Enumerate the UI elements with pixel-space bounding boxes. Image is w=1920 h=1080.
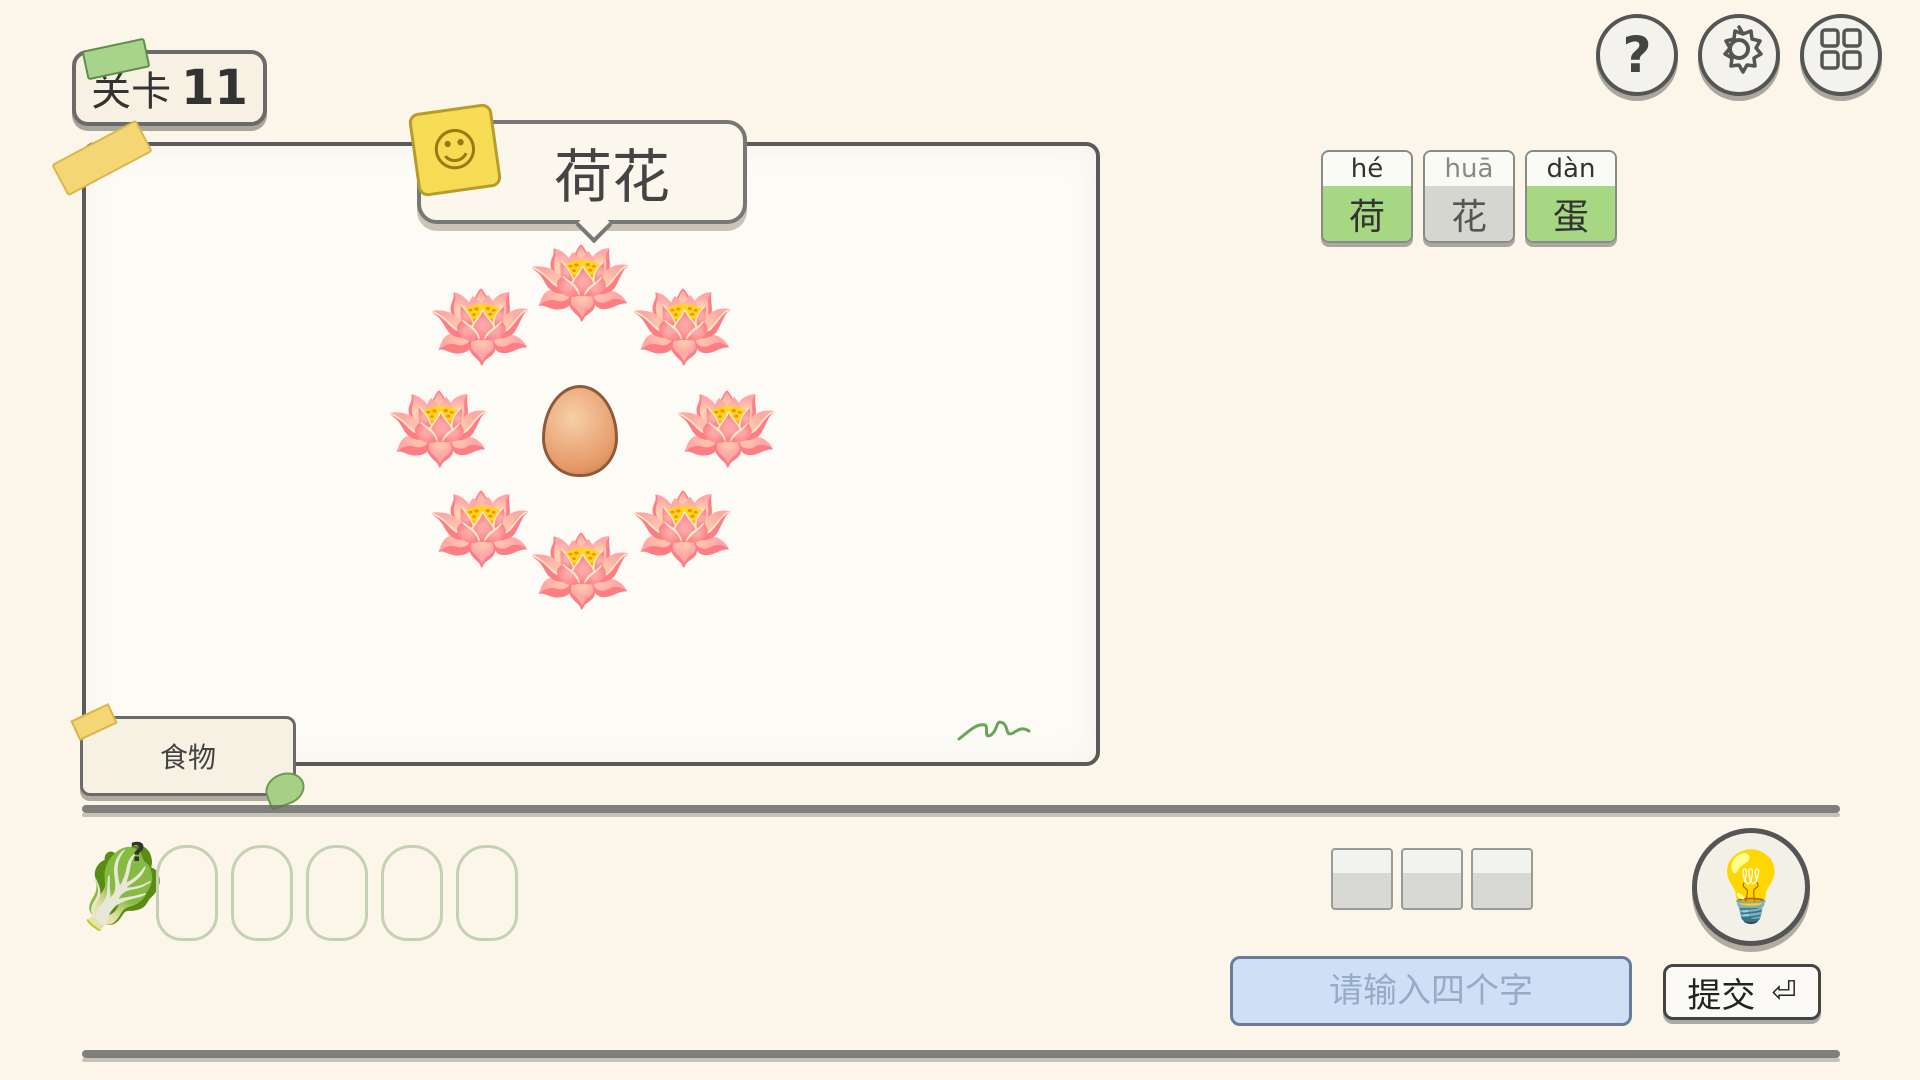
lotus-icon: 🪷 bbox=[630, 479, 738, 579]
divider bbox=[82, 1050, 1840, 1058]
submit-label: 提交 bbox=[1687, 975, 1756, 1016]
level-number: 11 bbox=[181, 60, 248, 116]
answer-box bbox=[1331, 848, 1393, 910]
answer-input[interactable] bbox=[1230, 956, 1632, 1026]
guess-tile: huā 花 bbox=[1423, 150, 1515, 243]
help-button[interactable]: ? bbox=[1596, 14, 1678, 96]
lotus-icon: 🪷 bbox=[428, 277, 536, 377]
lightbulb-icon: 💡 bbox=[1708, 848, 1794, 927]
answer-box bbox=[1401, 848, 1463, 910]
grid-icon bbox=[1818, 26, 1864, 84]
answer-box bbox=[1471, 848, 1533, 910]
lotus-icon: 🪷 bbox=[674, 379, 782, 479]
question-mark-icon: ? bbox=[130, 838, 146, 868]
lotus-icon: 🪷 bbox=[528, 233, 636, 333]
tile-hanzi: 荷 bbox=[1323, 186, 1411, 241]
hint-slot bbox=[231, 845, 293, 941]
tile-hanzi: 蛋 bbox=[1527, 186, 1615, 241]
menu-button[interactable] bbox=[1800, 14, 1882, 96]
hint-button[interactable]: 💡 bbox=[1692, 828, 1810, 946]
question-icon: ? bbox=[1622, 26, 1652, 84]
hint-slot bbox=[381, 845, 443, 941]
guess-tile: hé 荷 bbox=[1321, 150, 1413, 243]
revealed-answer-bubble: ☺ 荷花 bbox=[407, 102, 747, 244]
divider bbox=[82, 805, 1840, 813]
submit-button[interactable]: 提交 ⏎ bbox=[1663, 964, 1821, 1020]
divider-shadow bbox=[82, 1058, 1840, 1062]
settings-button[interactable] bbox=[1698, 14, 1780, 96]
category-tag: 食物 bbox=[70, 703, 310, 811]
tape-decoration bbox=[70, 703, 118, 741]
revealed-answer-text: 荷花 bbox=[553, 143, 670, 211]
lotus-icon: 🪷 bbox=[630, 277, 738, 377]
hint-slot bbox=[156, 845, 218, 941]
lotus-icon: 🪷 bbox=[428, 479, 536, 579]
tile-pinyin: huā bbox=[1425, 152, 1513, 186]
lotus-icon: 🪷 bbox=[528, 521, 636, 621]
smiley-sticker-icon: ☺ bbox=[407, 102, 503, 198]
enter-icon: ⏎ bbox=[1771, 974, 1797, 1010]
tile-hanzi: 花 bbox=[1425, 186, 1513, 241]
divider-shadow bbox=[82, 813, 1840, 817]
category-label: 食物 bbox=[159, 741, 216, 774]
level-tag: 关卡 11 bbox=[72, 37, 267, 126]
gear-icon bbox=[1713, 23, 1765, 87]
lotus-icon: 🪷 bbox=[386, 379, 494, 479]
tile-pinyin: dàn bbox=[1527, 152, 1615, 186]
hint-slot bbox=[306, 845, 368, 941]
hint-slot bbox=[456, 845, 518, 941]
scribble-decoration bbox=[957, 720, 1031, 741]
tile-pinyin: hé bbox=[1323, 152, 1411, 186]
guess-tile: dàn 蛋 bbox=[1525, 150, 1617, 243]
